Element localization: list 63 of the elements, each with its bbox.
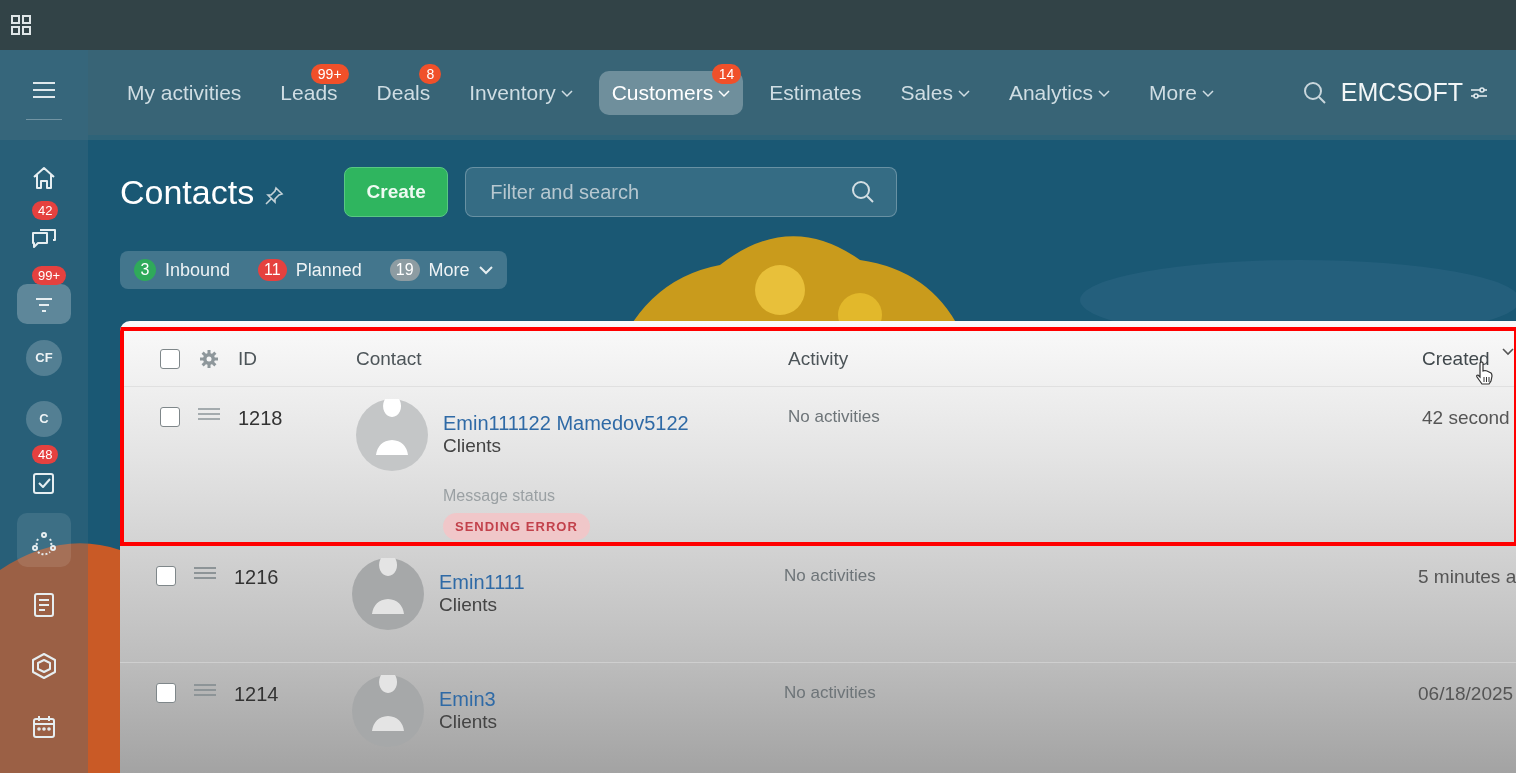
- avatar[interactable]: C: [26, 400, 62, 437]
- column-header[interactable]: Contact: [356, 347, 422, 369]
- avatar-icon: [352, 558, 424, 630]
- apps-grid-icon[interactable]: [11, 15, 31, 35]
- counter-label[interactable]: Inbound: [165, 259, 231, 281]
- column-header[interactable]: ID: [238, 347, 257, 369]
- count-badge: 99+: [310, 63, 349, 84]
- caret-icon: [957, 90, 970, 98]
- counter-badge: 11: [258, 259, 287, 281]
- caret-icon: [718, 90, 731, 98]
- created-cell: 5 minutes a: [1418, 566, 1516, 588]
- create-button[interactable]: Create: [344, 167, 449, 217]
- nav-tab[interactable]: My activities: [114, 70, 255, 115]
- filter-icon[interactable]: [17, 283, 71, 324]
- drag-handle-icon[interactable]: [194, 566, 216, 580]
- caret-icon: [560, 90, 573, 98]
- nav-tab[interactable]: More: [1135, 70, 1227, 115]
- count-badge: 99+: [32, 266, 67, 285]
- caret-icon: [1097, 90, 1110, 98]
- avatar[interactable]: CF: [26, 339, 62, 376]
- settings-icon[interactable]: [199, 348, 219, 369]
- contact-type: Clients: [439, 593, 499, 616]
- contact-type: Clients: [439, 710, 498, 733]
- activity-cell: No activities: [784, 566, 876, 585]
- id-cell: 1214: [234, 683, 279, 705]
- row-checkbox[interactable]: [160, 407, 180, 427]
- row-checkbox[interactable]: [156, 566, 176, 586]
- caret-icon[interactable]: [1501, 347, 1514, 356]
- menu-icon[interactable]: [32, 80, 56, 100]
- nav-tab[interactable]: Estimates: [756, 70, 875, 115]
- status-tag: SENDING ERROR: [443, 513, 590, 540]
- nav-tab[interactable]: Sales: [887, 70, 983, 115]
- column-header[interactable]: Created: [1422, 347, 1490, 370]
- id-cell: 1216: [234, 566, 279, 588]
- row-checkbox[interactable]: [156, 683, 176, 703]
- company-name[interactable]: EMCSOFT: [1340, 78, 1464, 107]
- avatar-icon: [356, 399, 428, 471]
- contact-type: Clients: [443, 434, 503, 457]
- select-all-checkbox[interactable]: [160, 348, 180, 369]
- search-icon[interactable]: [1302, 80, 1327, 105]
- id-cell: 1218: [238, 407, 283, 429]
- activity-cell: No activities: [788, 407, 880, 426]
- counter-label[interactable]: More: [428, 259, 470, 281]
- drag-handle-icon[interactable]: [194, 683, 216, 697]
- message-status-label: Message status: [443, 487, 556, 505]
- sliders-icon[interactable]: [1471, 84, 1488, 101]
- count-badge: 8: [419, 63, 442, 84]
- nav-tab[interactable]: Analytics: [995, 70, 1123, 115]
- activity-cell: No activities: [784, 683, 876, 702]
- page-title: Contacts: [120, 172, 255, 212]
- contact-link[interactable]: Emin111122 Mamedov5122: [443, 411, 689, 435]
- created-cell: 42 second: [1422, 407, 1510, 429]
- counter-label[interactable]: Planned: [295, 259, 362, 281]
- created-cell: 06/18/2025: [1418, 683, 1514, 705]
- drag-handle-icon[interactable]: [198, 407, 220, 421]
- contact-link[interactable]: Emin1111: [439, 570, 525, 594]
- nav-tab[interactable]: Inventory: [456, 70, 586, 115]
- contact-link[interactable]: Emin3: [439, 687, 498, 711]
- pin-icon[interactable]: [264, 186, 285, 206]
- count-badge: 14: [711, 63, 742, 84]
- caret-icon: [1201, 90, 1214, 98]
- column-header[interactable]: Activity: [788, 347, 849, 369]
- search-icon[interactable]: [851, 180, 876, 204]
